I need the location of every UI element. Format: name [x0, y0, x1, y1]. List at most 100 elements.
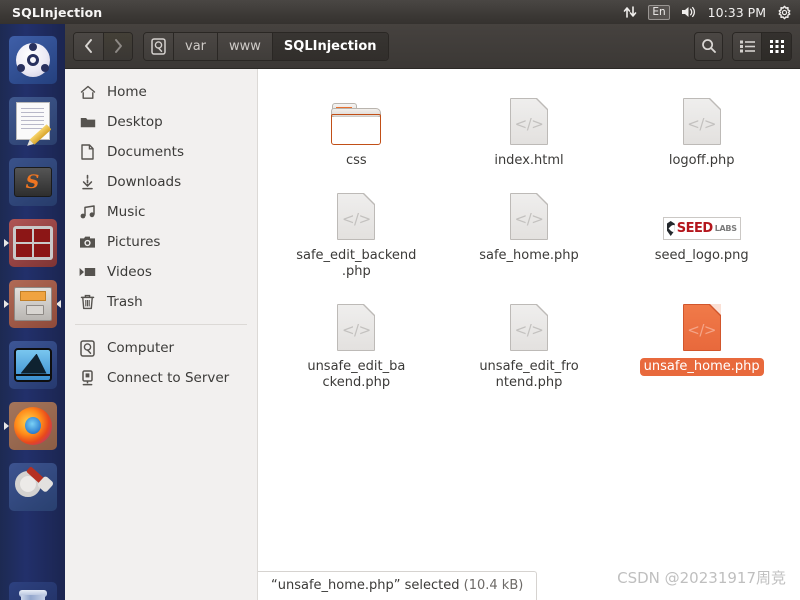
seed-brand-text: SEED	[676, 221, 713, 236]
breadcrumb-computer-icon[interactable]	[144, 32, 174, 60]
gear-icon[interactable]	[777, 5, 792, 20]
seed-brand-subtext: LABS	[714, 224, 737, 233]
status-text: “unsafe_home.php” selected	[271, 578, 460, 593]
launcher-item-sublime-text[interactable]: S	[4, 153, 61, 210]
sidebar-item-label: Documents	[107, 144, 184, 160]
top-panel: SQLInjection En 10:33 PM	[0, 0, 800, 24]
wireshark-icon	[8, 340, 57, 389]
file-label: css	[345, 153, 367, 168]
file-item[interactable]: css	[270, 83, 443, 170]
trash-icon	[8, 581, 57, 600]
sidebar-item-pictures[interactable]: Pictures	[65, 227, 257, 257]
navigation-buttons	[73, 31, 133, 61]
file-list-view[interactable]: css </> index.html </> logoff.php </> sa…	[258, 69, 800, 600]
toolbar-right-group	[694, 31, 792, 61]
file-item[interactable]: </> safe_edit_backend.php	[270, 178, 443, 281]
sidebar-item-connect-to-server[interactable]: Connect to Server	[65, 363, 257, 393]
code-file-icon: </>	[337, 295, 376, 351]
sidebar-item-music[interactable]: Music	[65, 197, 257, 227]
file-item[interactable]: SEED LABS seed_logo.png	[615, 178, 788, 281]
sublime-text-icon: S	[8, 157, 57, 206]
sidebar-item-home[interactable]: Home	[65, 77, 257, 107]
video-icon	[79, 266, 96, 278]
launcher-item-wireshark[interactable]	[4, 336, 61, 393]
watermark: CSDN @20231917周竞	[617, 569, 786, 587]
code-file-icon: </>	[682, 295, 721, 351]
text-editor-icon	[8, 96, 57, 145]
settings-gear-wrench-icon	[8, 462, 57, 511]
window-title: SQLInjection	[12, 4, 103, 20]
file-label: safe_home.php	[479, 248, 579, 263]
code-file-icon: </>	[337, 184, 376, 240]
breadcrumb: var www SQLInjection	[143, 31, 389, 61]
code-file-icon: </>	[509, 184, 548, 240]
server-icon	[79, 370, 96, 386]
sidebar-item-label: Trash	[107, 294, 143, 310]
forward-button[interactable]	[103, 32, 132, 60]
file-label: safe_edit_backend.php	[296, 248, 417, 279]
document-icon	[79, 144, 96, 160]
file-manager-window: var www SQLInjection Home Desktop Docume…	[65, 24, 800, 600]
sidebar-item-label: Computer	[107, 340, 175, 356]
volume-icon[interactable]	[681, 5, 697, 19]
list-view-icon	[739, 40, 755, 53]
launcher-item-ubuntu-dash[interactable]	[4, 31, 61, 88]
clock[interactable]: 10:33 PM	[708, 5, 766, 20]
indicator-area: En 10:33 PM	[623, 4, 800, 20]
file-label: unsafe_edit_frontend.php	[479, 359, 579, 390]
image-thumbnail: SEED LABS	[662, 184, 741, 240]
launcher-item-system-settings[interactable]	[4, 458, 61, 515]
trash-icon	[79, 294, 96, 310]
search-button[interactable]	[694, 31, 723, 61]
file-item[interactable]: </> unsafe_edit_frontend.php	[443, 289, 616, 392]
network-arrows-icon[interactable]	[623, 5, 637, 19]
launcher-item-firefox[interactable]	[4, 397, 61, 454]
download-icon	[79, 174, 96, 190]
sidebar-item-label: Videos	[107, 264, 152, 280]
sidebar-item-videos[interactable]: Videos	[65, 257, 257, 287]
file-item-selected[interactable]: </> unsafe_home.php	[615, 289, 788, 392]
file-item[interactable]: </> logoff.php	[615, 83, 788, 170]
search-icon	[701, 38, 717, 54]
back-button[interactable]	[74, 32, 103, 60]
sidebar-item-downloads[interactable]: Downloads	[65, 167, 257, 197]
launcher-item-trash[interactable]	[4, 577, 61, 600]
breadcrumb-item-sqlinjection[interactable]: SQLInjection	[272, 32, 388, 60]
launcher-item-files[interactable]	[4, 275, 61, 332]
sidebar-item-computer[interactable]: Computer	[65, 333, 257, 363]
sidebar-item-label: Music	[107, 204, 146, 220]
shield-icon	[666, 221, 675, 236]
sidebar: Home Desktop Documents Downloads Music P…	[65, 69, 258, 600]
home-icon	[79, 85, 96, 100]
sidebar-item-desktop[interactable]: Desktop	[65, 107, 257, 137]
grid-view-button[interactable]	[762, 32, 791, 60]
file-item[interactable]: </> index.html	[443, 83, 616, 170]
launcher-item-terminal[interactable]	[4, 214, 61, 271]
sidebar-item-label: Pictures	[107, 234, 161, 250]
view-mode-group	[732, 31, 792, 61]
breadcrumb-item-www[interactable]: www	[218, 32, 273, 60]
breadcrumb-item-var[interactable]: var	[174, 32, 219, 60]
code-file-icon: </>	[509, 89, 548, 145]
status-file-size: (10.4 kB)	[463, 578, 524, 593]
computer-icon	[79, 339, 96, 357]
desktop-screen: SQLInjection En 10:33 PM S var www SQLIn…	[0, 0, 800, 600]
window-body: Home Desktop Documents Downloads Music P…	[65, 69, 800, 600]
list-view-button[interactable]	[733, 32, 762, 60]
file-item[interactable]: </> safe_home.php	[443, 178, 616, 281]
code-file-icon: </>	[682, 89, 721, 145]
sidebar-item-documents[interactable]: Documents	[65, 137, 257, 167]
file-item[interactable]: </> unsafe_edit_backend.php	[270, 289, 443, 392]
keyboard-layout-indicator[interactable]: En	[648, 4, 670, 20]
file-grid: css </> index.html </> logoff.php </> sa…	[270, 83, 788, 392]
file-manager-toolbar: var www SQLInjection	[65, 24, 800, 69]
ubuntu-logo-icon	[8, 35, 57, 84]
sidebar-item-label: Connect to Server	[107, 370, 230, 386]
status-bar: “unsafe_home.php” selected (10.4 kB)	[258, 571, 538, 600]
sidebar-item-label: Downloads	[107, 174, 182, 190]
file-label: unsafe_edit_backend.php	[307, 359, 406, 390]
sidebar-item-trash[interactable]: Trash	[65, 287, 257, 317]
folder-icon	[79, 115, 96, 129]
launcher-item-text-editor[interactable]	[4, 92, 61, 149]
file-label: logoff.php	[668, 153, 735, 168]
